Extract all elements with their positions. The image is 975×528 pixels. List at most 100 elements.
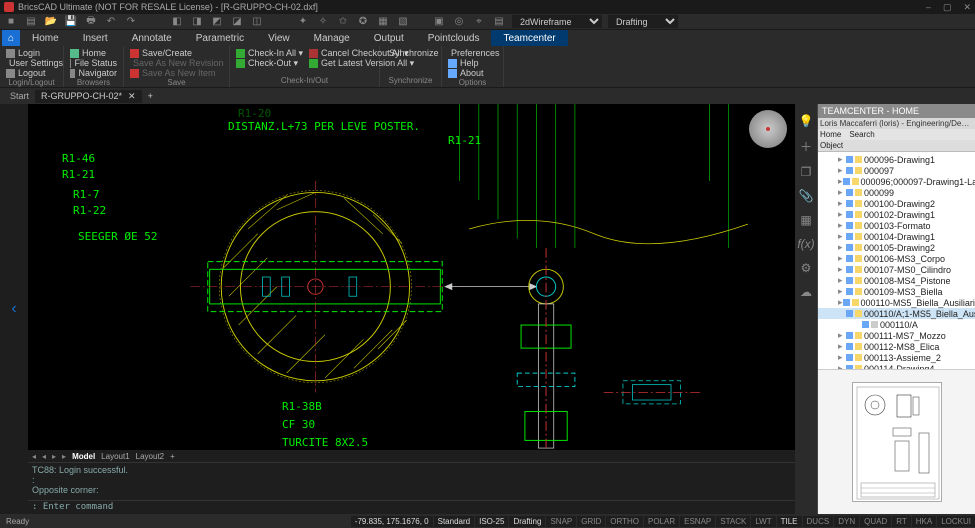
file-status-button[interactable]: File Status [70,58,117,68]
tool-icon[interactable]: ◎ [452,15,466,29]
status-toggle[interactable]: STACK [716,516,750,527]
tool-icon[interactable]: ✪ [356,15,370,29]
save-new-revision-button[interactable]: Save As New Revision [130,58,223,68]
bulb-icon[interactable]: 💡 [799,114,814,128]
tc-tree-node[interactable]: ▸ 000110-MS5_Biella_Ausiliaria [818,297,975,308]
new-tab-button[interactable]: + [142,91,159,101]
gear-icon[interactable]: ⚙ [801,261,812,275]
save-create-button[interactable]: Save/Create [130,48,223,58]
tc-tree-node[interactable]: ▸ 000096;000097-Drawing1-Layout1 [818,176,975,187]
status-toggle[interactable]: LOCKUI [937,516,975,527]
status-toggle[interactable]: QUAD [860,516,891,527]
layout-nav-button[interactable]: ▸ [62,452,66,461]
tab-output[interactable]: Output [362,30,416,46]
tc-tree-node[interactable]: ▸ 000104-Drawing1 [818,231,975,242]
tc-tree-node[interactable]: ▸ 000113-Assieme_2 [818,352,975,363]
teamcenter-breadcrumb[interactable]: Loris Maccaferri (loris) - Engineering/D… [818,118,975,129]
new-icon[interactable]: ▤ [24,15,38,29]
status-toggle[interactable]: LWT [751,516,775,527]
start-tab[interactable]: Start [4,91,35,101]
synchronize-button[interactable]: Synchronize [386,48,435,58]
tab-pointclouds[interactable]: Pointclouds [416,30,492,46]
tab-home[interactable]: Home [20,30,71,46]
tab-annotate[interactable]: Annotate [120,30,184,46]
status-toggle[interactable]: Standard [434,516,474,527]
tool-icon[interactable]: ✦ [296,15,310,29]
tc-tree-node[interactable]: 000110/A [818,319,975,330]
open-icon[interactable]: 📂 [44,15,58,29]
layout-nav-button[interactable]: ▸ [52,452,56,461]
layout-nav-button[interactable]: ◂ [32,452,36,461]
tab-view[interactable]: View [256,30,302,46]
tc-tree-node[interactable]: ▸ 000109-MS3_Biella [818,286,975,297]
layout-tab[interactable]: Layout1 [101,452,129,461]
about-button[interactable]: About [448,68,497,78]
status-toggle[interactable]: DYN [834,516,859,527]
maximize-button[interactable]: ▢ [943,2,952,13]
document-tab[interactable]: R-GRUPPO-CH-02* ✕ [35,90,142,103]
tool-icon[interactable]: ◧ [170,15,184,29]
tool-icon[interactable]: ▣ [432,15,446,29]
tc-tree-node[interactable]: ▸ 000099 [818,187,975,198]
tab-parametric[interactable]: Parametric [184,30,256,46]
tool-icon[interactable]: ✧ [316,15,330,29]
status-toggle[interactable]: HKA [912,516,936,527]
tab-manage[interactable]: Manage [302,30,362,46]
tc-tree-node[interactable]: ▸ 000100-Drawing2 [818,198,975,209]
status-toggle[interactable]: ESNAP [680,516,715,527]
tc-tree-node[interactable]: ▸ 000112-MS8_Elica [818,341,975,352]
print-icon[interactable]: 🖶 [84,15,98,29]
tc-tree-node[interactable]: ▸ 000106-MS3_Corpo [818,253,975,264]
workspace-combo[interactable]: Drafting [608,15,678,28]
tool-icon[interactable]: ⌖ [472,15,486,29]
tool-icon[interactable]: ▦ [376,15,390,29]
tool-icon[interactable]: ◨ [190,15,204,29]
close-tab-icon[interactable]: ✕ [128,91,136,102]
checkin-all-button[interactable]: Check-In All ▾ [236,48,303,58]
status-toggle[interactable]: Drafting [509,516,545,527]
checkout-button[interactable]: Check-Out ▾ [236,58,303,68]
add-layout-button[interactable]: + [170,452,175,461]
status-toggle[interactable]: POLAR [644,516,679,527]
command-prompt[interactable]: : Enter command [28,500,795,514]
tc-tree-node[interactable]: ▸ 000108-MS4_Pistone [818,275,975,286]
cloud-icon[interactable]: ☁ [800,285,812,299]
fx-icon[interactable]: f(x) [797,237,814,251]
clip-icon[interactable]: 📎 [799,189,814,203]
tc-tree-node[interactable]: ▸ 000111-MS7_Mozzo [818,330,975,341]
tc-tree-node[interactable]: ▸ 000107-MS0_Cilindro [818,264,975,275]
status-toggle[interactable]: ISO-25 [475,516,508,527]
status-toggle[interactable]: RT [892,516,911,527]
minimize-button[interactable]: – [926,2,931,13]
tc-home-link[interactable]: Home [820,130,841,139]
status-toggle[interactable]: TILE [777,516,802,527]
tool-icon[interactable]: ◫ [250,15,264,29]
tab-insert[interactable]: Insert [71,30,120,46]
grid-icon[interactable]: ▦ [800,213,811,227]
status-toggle[interactable]: DUCS [803,516,834,527]
tool-icon[interactable]: ✩ [336,15,350,29]
layout-nav-button[interactable]: ◂ [42,452,46,461]
tool-icon[interactable]: ▧ [396,15,410,29]
tool-icon[interactable]: ◩ [210,15,224,29]
layout-tab[interactable]: Layout2 [136,452,164,461]
tc-tree-node[interactable]: ▸ 000102-Drawing1 [818,209,975,220]
tc-tree-node[interactable]: 000110/A;1-MS5_Biella_Ausiliaria [818,308,975,319]
close-button[interactable]: ✕ [963,2,971,13]
help-button[interactable]: Help [448,58,497,68]
view-cube[interactable] [749,110,787,148]
status-toggle[interactable]: GRID [577,516,605,527]
save-new-item-button[interactable]: Save As New Item [130,68,223,78]
tc-tree-node[interactable]: ▸ 000096-Drawing1 [818,154,975,165]
tool-icon[interactable]: ◪ [230,15,244,29]
file-tab[interactable]: ⌂ [2,30,20,46]
tab-teamcenter[interactable]: Teamcenter [491,30,567,46]
teamcenter-tree[interactable]: ▸ 000096-Drawing1▸ 000097▸ 000096;000097… [818,152,975,369]
drawing-canvas[interactable]: R1-20 DISTANZ.L+73 PER LEVE POSTER. R1-2… [28,104,795,450]
layout-tab-model[interactable]: Model [72,452,95,461]
tc-tree-node[interactable]: ▸ 000097 [818,165,975,176]
login-button[interactable]: Login [6,48,57,58]
plus-icon[interactable]: ＋ [800,138,812,155]
layers-icon[interactable]: ❐ [801,165,812,179]
status-toggle[interactable]: SNAP [546,516,576,527]
